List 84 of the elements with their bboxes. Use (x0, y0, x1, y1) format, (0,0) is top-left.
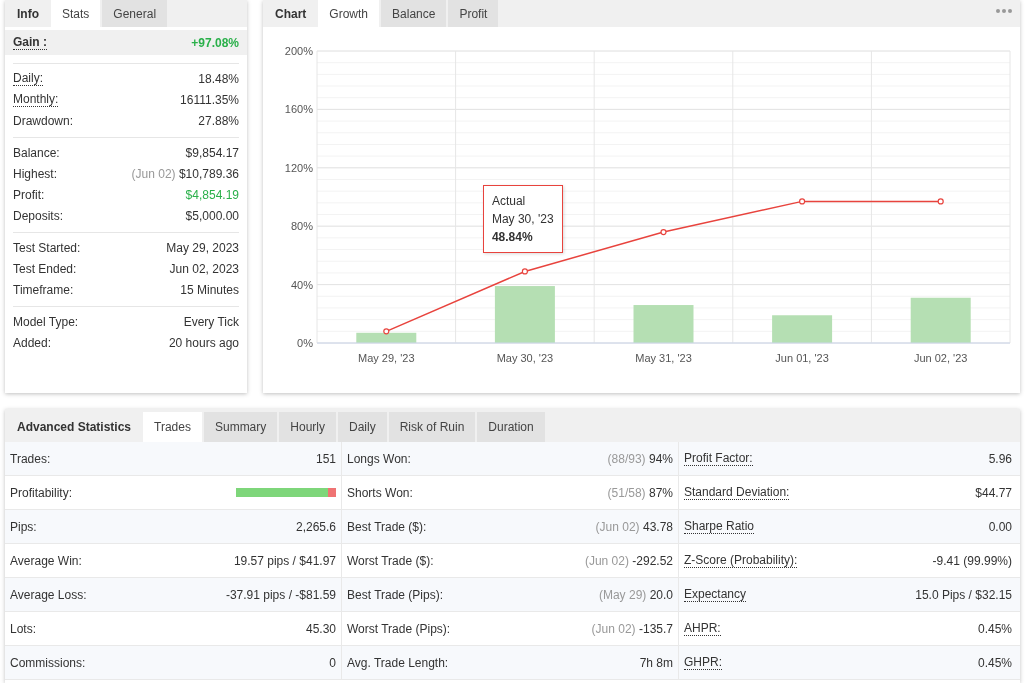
stat-label: Commissions: (10, 655, 86, 670)
x-axis-label: May 31, '23 (635, 352, 692, 364)
stat-value: (Jun 02) 43.78 (595, 519, 673, 534)
stat-label: Added: (13, 335, 52, 350)
stat-label: Average Win: (10, 553, 82, 568)
stat-label: Average Loss: (10, 587, 87, 602)
y-axis-label: 120% (284, 161, 313, 174)
tooltip-series: Actual (491, 193, 527, 211)
x-axis-label: May 30, '23 (496, 352, 554, 364)
stat-value: 15.0 Pips / $32.15 (915, 587, 1012, 602)
stat-label: Test Ended: (13, 262, 77, 276)
stat-label: Timeframe: (13, 283, 74, 298)
panel-title: Info (16, 5, 40, 23)
x-axis-label: Jun 02, '23 (913, 352, 968, 364)
stat-label: Standard Deviation: (684, 485, 790, 500)
stat-value: 2,265.6 (295, 519, 336, 534)
stat-value: 7h 8m (639, 655, 673, 670)
tooltip-value: 48.84% (491, 229, 534, 247)
stat-label: Expectancy (684, 587, 747, 602)
stat-value: Every Tick (183, 314, 239, 329)
stat-label: Sharpe Ratio (684, 519, 755, 534)
stat-value: $9,854.17 (185, 145, 239, 160)
stat-value: (88/93) 94% (607, 451, 673, 466)
stat-label: Model Type: (13, 314, 79, 329)
stat-label: GHPR: (684, 655, 722, 670)
stat-value: Jun 02, 2023 (169, 262, 239, 276)
stat-value: (51/58) 87% (607, 485, 673, 500)
stat-value: May 29, 2023 (166, 240, 239, 255)
stat-label: Profitability: (10, 485, 73, 500)
stat-label: Pips: (10, 519, 37, 534)
stat-value: 16111.35% (180, 92, 239, 107)
y-axis-label: 200% (284, 45, 313, 57)
stat-value: 0 (329, 655, 336, 670)
stat-label: Best Trade ($): (347, 519, 427, 534)
stat-value: -9.41 (99.99%) (932, 553, 1012, 568)
y-axis-label: 160% (284, 103, 313, 116)
stat-value: (Jun 02) -292.52 (584, 553, 673, 568)
stat-label: Worst Trade ($): (347, 553, 434, 568)
stat-label: Trades: (10, 451, 51, 466)
stat-label: Shorts Won: (347, 485, 413, 500)
stat-label: Test Started: (13, 240, 81, 255)
gain-value: +97.08% (191, 35, 239, 50)
stat-value: 20 hours ago (168, 335, 239, 350)
stat-label: Longs Won: (347, 451, 411, 466)
stat-value: 18.48% (198, 71, 239, 86)
stat-label: Worst Trade (Pips): (347, 621, 451, 636)
stat-value: (Jun 02) $10,789.36 (131, 166, 239, 181)
stat-label: Z-Score (Probability): (684, 553, 798, 568)
x-axis-label: Jun 01, '23 (775, 352, 829, 364)
stat-value: 5.96 (988, 451, 1012, 466)
stat-label: AHPR: (684, 621, 721, 636)
stat-value: $44.77 (975, 485, 1012, 500)
stat-label: Monthly: (13, 92, 59, 108)
stat-value: 27.88% (198, 114, 239, 129)
stat-value: $5,000.00 (185, 209, 239, 224)
stat-label: Profit Factor: (684, 451, 753, 466)
stat-value: 0.45% (977, 621, 1012, 636)
stat-label: Deposits: (13, 209, 64, 224)
stat-label: Lots: (10, 621, 36, 636)
stat-value: 19.57 pips / $41.97 (233, 553, 336, 568)
stat-label: Best Trade (Pips): (347, 587, 444, 602)
stat-label: Highest: (13, 166, 58, 181)
stat-value: 45.30 (305, 621, 336, 636)
y-axis-label: 0% (297, 337, 313, 349)
stat-value: 151 (315, 451, 336, 466)
stat-label: Avg. Trade Length: (347, 655, 449, 670)
stat-label: Drawdown: (13, 114, 74, 129)
panel-title: Chart (274, 5, 308, 23)
stat-value: (May 29) 20.0 (598, 587, 673, 602)
y-axis-label: 40% (290, 278, 313, 291)
y-axis-label: 80% (290, 220, 313, 233)
panel-title: Advanced Statistics (16, 419, 133, 436)
stat-value: -37.91 pips / -$81.59 (225, 587, 336, 602)
stat-label: Daily: (13, 71, 43, 87)
stat-label: Balance: (13, 145, 60, 160)
x-axis-label: May 29, '23 (358, 352, 415, 364)
stat-value: (Jun 02) -135.7 (591, 621, 673, 636)
stat-value: 0.00 (988, 519, 1012, 534)
stat-value: 0.45% (977, 655, 1012, 670)
tooltip-date: May 30, '23 (491, 211, 554, 229)
stat-value: 15 Minutes (180, 283, 239, 298)
gain-label: Gain : (13, 35, 47, 50)
stat-value: $4,854.19 (185, 188, 239, 203)
stat-label: Profit: (13, 188, 45, 203)
